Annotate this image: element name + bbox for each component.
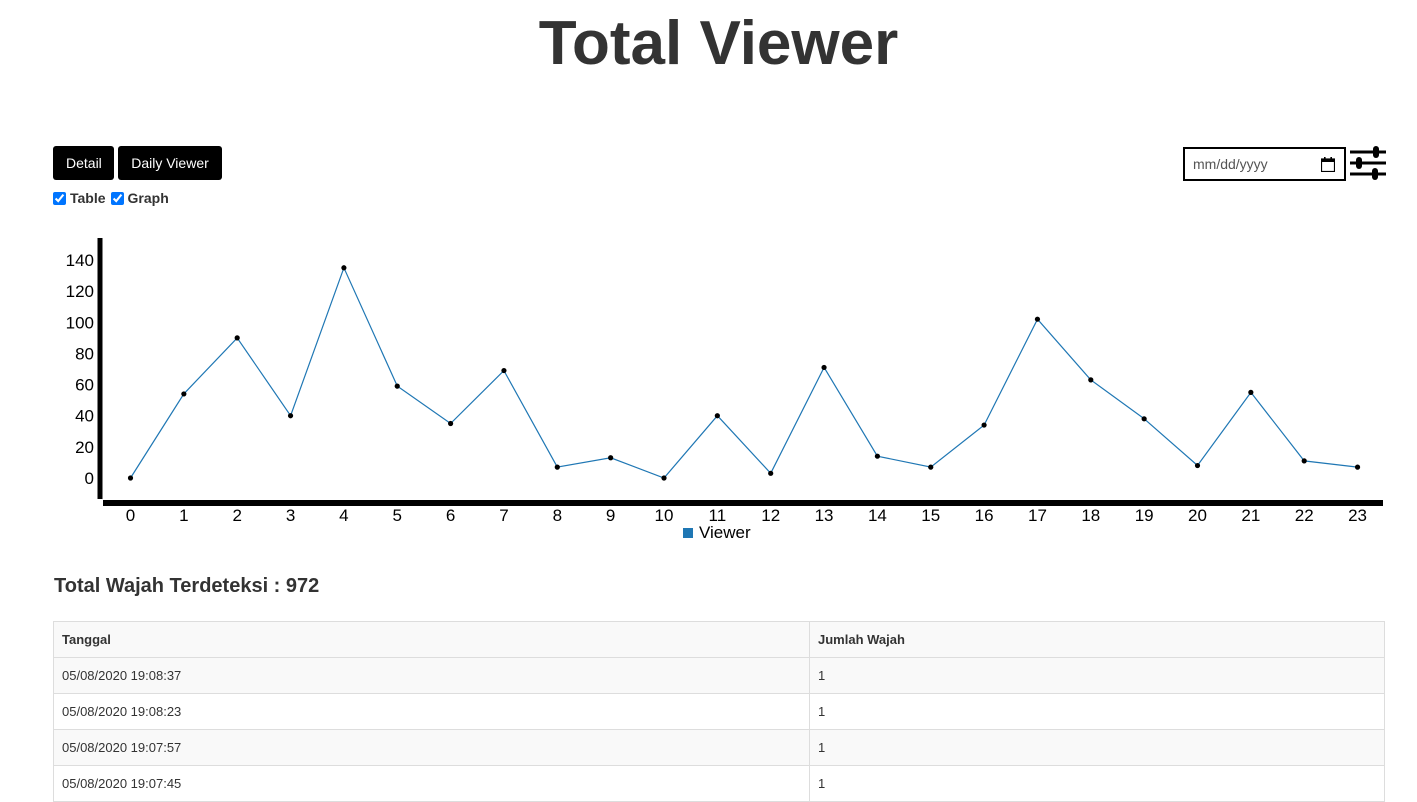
y-tick-label: 140 (66, 251, 94, 270)
x-tick-label: 6 (446, 506, 455, 525)
x-tick-label: 13 (815, 506, 834, 525)
x-tick-label: 17 (1028, 506, 1047, 525)
data-point (768, 470, 774, 476)
cell-jumlah-wajah: 1 (809, 657, 1385, 694)
y-tick-label: 20 (75, 438, 94, 457)
x-tick-label: 4 (339, 506, 348, 525)
y-tick-label: 100 (66, 313, 94, 332)
data-point (661, 475, 667, 481)
data-point (821, 364, 827, 371)
x-tick-label: 1 (179, 506, 188, 525)
series-line-viewer (129, 266, 1358, 479)
y-tick-label: 0 (85, 469, 94, 488)
detections-table: Tanggal Jumlah Wajah 05/08/2020 19:08:37… (53, 621, 1385, 802)
legend-label-viewer: Viewer (699, 523, 751, 542)
column-header-jumlah-wajah: Jumlah Wajah (809, 621, 1385, 658)
x-tick-label: 3 (286, 506, 295, 525)
total-faces-summary: Total Wajah Terdeteksi : 972 (54, 575, 320, 597)
data-point (287, 413, 294, 419)
data-point (608, 455, 614, 461)
cell-tanggal: 05/08/2020 19:08:23 (53, 693, 810, 730)
x-tick-label: 9 (606, 506, 615, 525)
legend-swatch-viewer (683, 528, 693, 538)
table-checkbox[interactable] (53, 191, 66, 205)
x-tick-label: 23 (1348, 506, 1367, 525)
daily-viewer-button[interactable]: Daily Viewer (118, 146, 222, 180)
x-tick-label: 15 (921, 506, 940, 525)
view-options: Table Graph (52, 189, 173, 207)
x-tick-label: 12 (761, 506, 780, 525)
cell-tanggal: 05/08/2020 19:07:57 (53, 729, 810, 766)
graph-checkbox[interactable] (110, 191, 124, 205)
column-header-tanggal: Tanggal (53, 621, 810, 658)
date-placeholder: mm/dd/yyyy (1193, 156, 1268, 172)
data-point (874, 453, 881, 459)
date-input[interactable]: mm/dd/yyyy (1183, 147, 1346, 181)
data-point (181, 391, 187, 397)
x-tick-label: 10 (655, 506, 674, 525)
data-point (127, 475, 134, 481)
data-point (394, 383, 400, 389)
x-tick-label: 20 (1188, 506, 1207, 525)
data-point (234, 335, 240, 341)
x-tick-label: 18 (1081, 506, 1100, 525)
data-point (1354, 464, 1361, 470)
data-point (1088, 377, 1094, 383)
data-point (501, 367, 507, 374)
calendar-icon[interactable] (1320, 157, 1336, 175)
data-point (1248, 389, 1254, 395)
data-point (714, 413, 720, 419)
data-point (1141, 416, 1147, 422)
data-point (554, 464, 560, 470)
sliders-icon[interactable] (1348, 144, 1388, 189)
x-tick-label: 22 (1295, 506, 1314, 525)
data-point (341, 265, 347, 271)
table-header-row: Tanggal Jumlah Wajah (53, 621, 1385, 658)
page-title: Total Viewer (538, 9, 899, 78)
data-point (981, 422, 987, 428)
table-row: 05/08/2020 19:07:45 1 (53, 765, 1385, 802)
cell-tanggal: 05/08/2020 19:08:37 (53, 657, 810, 694)
detail-button[interactable]: Detail (53, 146, 114, 180)
data-point (1301, 458, 1307, 464)
x-tick-label: 21 (1241, 506, 1260, 525)
x-tick-label: 7 (499, 506, 508, 525)
data-point (1034, 316, 1041, 322)
table-row: 05/08/2020 19:08:23 1 (53, 693, 1385, 730)
cell-jumlah-wajah: 1 (809, 729, 1385, 766)
data-point (448, 420, 454, 427)
x-tick-label: 16 (975, 506, 994, 525)
x-tick-label: 2 (232, 506, 241, 525)
x-tick-label: 19 (1135, 506, 1154, 525)
cell-jumlah-wajah: 1 (809, 765, 1385, 802)
graph-checkbox-label[interactable]: Graph (128, 190, 169, 206)
y-tick-label: 40 (75, 407, 94, 426)
table-checkbox-label[interactable]: Table (70, 190, 106, 206)
viewer-line-chart: 0204060801001201400 1 2 3 4 5 6 7 8 9 10 11 12 13 14 15… (66, 238, 1383, 542)
cell-tanggal: 05/08/2020 19:07:45 (53, 765, 810, 802)
x-tick-label: 0 (126, 506, 135, 525)
x-tick-label: 5 (393, 506, 402, 525)
cell-jumlah-wajah: 1 (809, 693, 1385, 730)
y-tick-label: 80 (75, 344, 94, 363)
x-tick-label: 8 (553, 506, 562, 525)
table-row: 05/08/2020 19:08:37 1 (53, 657, 1385, 694)
y-tick-label: 60 (75, 376, 94, 395)
data-point (1194, 462, 1201, 469)
x-tick-label: 14 (868, 506, 887, 525)
data-point (928, 464, 934, 470)
y-tick-label: 120 (66, 282, 94, 301)
table-row: 05/08/2020 19:07:57 1 (53, 729, 1385, 766)
